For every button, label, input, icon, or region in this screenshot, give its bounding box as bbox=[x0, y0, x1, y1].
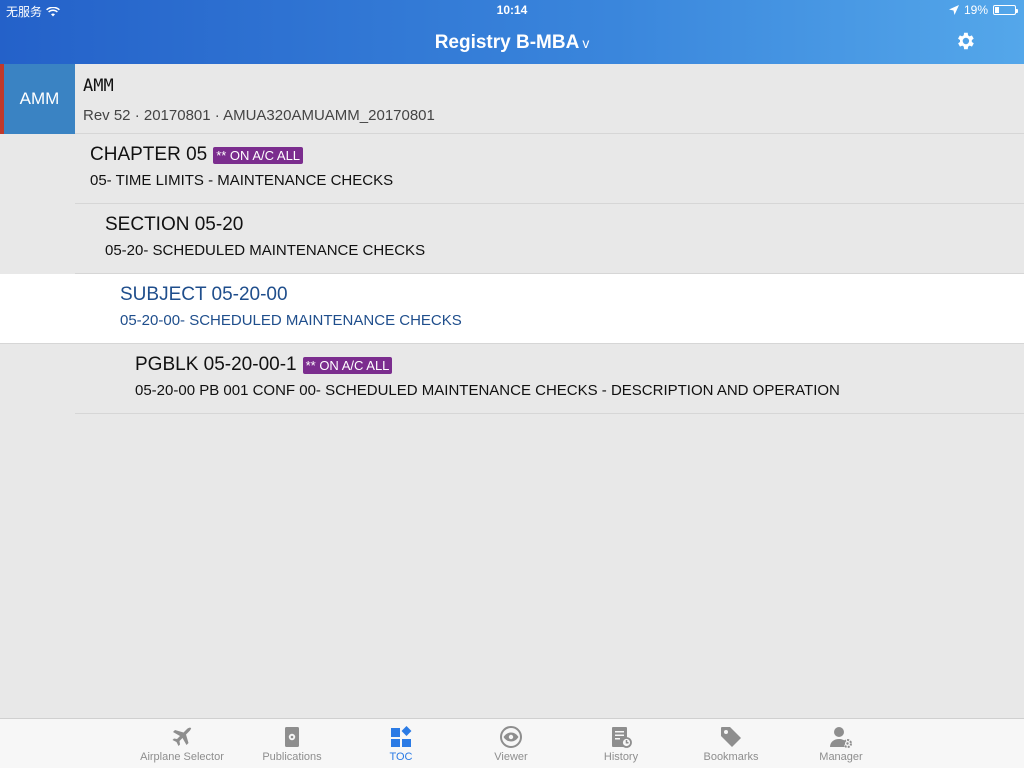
publication-header[interactable]: AMM Rev 52 · 20170801 · AMUA320AMUAMM_20… bbox=[75, 64, 1024, 134]
applicability-badge: ** ON A/C ALL bbox=[213, 146, 304, 164]
tab-label: Viewer bbox=[494, 751, 528, 763]
status-right: 19% bbox=[948, 3, 1018, 17]
publication-tile-label: AMM bbox=[19, 89, 60, 108]
tab-toc[interactable]: TOC bbox=[346, 719, 456, 768]
status-bar: 无服务 10:14 19% bbox=[0, 0, 1024, 20]
manager-icon bbox=[830, 727, 852, 748]
toc-subtitle: 05-20-00- SCHEDULED MAINTENANCE CHECKS bbox=[120, 312, 462, 329]
publication-title: AMM bbox=[83, 76, 114, 96]
toc-title: PGBLK 05-20-00-1 bbox=[135, 354, 297, 375]
battery-level bbox=[995, 7, 999, 13]
toc-title: SECTION 05-20 bbox=[105, 214, 244, 235]
toc-subtitle: 05- TIME LIMITS - MAINTENANCE CHECKS bbox=[90, 172, 394, 189]
publications-icon bbox=[285, 727, 299, 747]
chevron-down-icon: v bbox=[582, 35, 590, 51]
tab-bookmarks[interactable]: Bookmarks bbox=[676, 719, 786, 768]
tab-label: Manager bbox=[819, 751, 863, 763]
applicability-badge: ** ON A/C ALL bbox=[302, 356, 393, 374]
page-title: Registry B-MBA bbox=[434, 32, 580, 53]
publication-revision: Rev 52 · 20170801 · AMUA320AMUAMM_201708… bbox=[83, 107, 435, 124]
tab-label: Publications bbox=[262, 751, 322, 763]
toc-row-section[interactable]: SECTION 05-20 05-20- SCHEDULED MAINTENAN… bbox=[75, 204, 1024, 274]
tab-label: Bookmarks bbox=[703, 751, 759, 763]
airplane-icon bbox=[172, 727, 192, 746]
toc-subtitle: 05-20- SCHEDULED MAINTENANCE CHECKS bbox=[105, 242, 426, 259]
battery-percent: 19% bbox=[963, 3, 988, 17]
toc-subtitle: 05-20-00 PB 001 CONF 00- SCHEDULED MAINT… bbox=[135, 382, 840, 399]
history-icon bbox=[612, 727, 632, 748]
tag-icon bbox=[721, 727, 741, 747]
toc-row-subject-selected[interactable]: SUBJECT 05-20-00 05-20-00- SCHEDULED MAI… bbox=[0, 274, 1024, 344]
tab-label: Airplane Selector bbox=[140, 751, 224, 763]
toc-row-chapter[interactable]: CHAPTER 05 ** ON A/C ALL 05- TIME LIMITS … bbox=[75, 134, 1024, 204]
top-bar: 无服务 10:14 19% Registry B-MBA v bbox=[0, 0, 1024, 64]
tab-bar: Airplane Selector Publications TOC Viewe… bbox=[0, 718, 1024, 768]
tab-label: History bbox=[603, 751, 639, 763]
toc-content: AMM AMM Rev 52 · 20170801 · AMUA320AMUAM… bbox=[0, 64, 1024, 718]
tab-viewer[interactable]: Viewer bbox=[456, 719, 566, 768]
eye-icon bbox=[500, 726, 522, 748]
tab-manager[interactable]: Manager bbox=[786, 719, 896, 768]
tab-label: TOC bbox=[389, 751, 413, 763]
status-time: 10:14 bbox=[496, 3, 528, 17]
registry-selector[interactable]: Registry B-MBA v bbox=[0, 32, 1024, 54]
battery-icon bbox=[993, 5, 1018, 15]
toc-title: CHAPTER 05 bbox=[90, 144, 208, 165]
toc-title: SUBJECT 05-20-00 bbox=[120, 284, 288, 305]
toc-icon bbox=[391, 726, 412, 747]
tab-airplane-selector[interactable]: Airplane Selector bbox=[127, 719, 237, 768]
publication-tile[interactable]: AMM bbox=[0, 64, 75, 134]
tab-publications[interactable]: Publications bbox=[237, 719, 347, 768]
gear-icon[interactable] bbox=[954, 30, 976, 52]
location-arrow-icon bbox=[948, 5, 959, 15]
tab-history[interactable]: History bbox=[566, 719, 676, 768]
toc-row-pgblk[interactable]: PGBLK 05-20-00-1 ** ON A/C ALL 05-20-00 P… bbox=[75, 344, 1024, 414]
